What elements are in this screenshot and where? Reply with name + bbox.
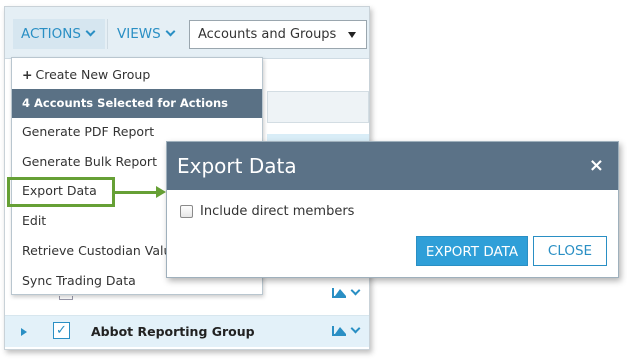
close-button[interactable]: CLOSE [533, 236, 607, 266]
view-type-value: Accounts and Groups [198, 27, 337, 42]
chevron-down-icon[interactable] [350, 285, 361, 296]
create-new-group-item[interactable]: + Create New Group [12, 61, 262, 89]
export-data-button[interactable]: EXPORT DATA [416, 236, 528, 266]
toolbar: ACTIONS VIEWS Accounts and Groups [5, 7, 369, 59]
chart-icon[interactable] [332, 288, 346, 298]
expand-icon[interactable] [21, 328, 27, 336]
chart-icon[interactable] [332, 326, 346, 336]
include-direct-members-label: Include direct members [200, 204, 355, 219]
list-header [267, 91, 369, 123]
callout-arrow [115, 191, 159, 194]
views-label: VIEWS [117, 26, 161, 42]
actions-label: ACTIONS [21, 26, 81, 42]
chevron-down-icon [85, 26, 96, 37]
close-icon[interactable]: × [589, 155, 604, 176]
views-menu-button[interactable]: VIEWS [107, 19, 187, 49]
export-data-highlight [7, 177, 115, 207]
plus-icon: + [22, 67, 33, 82]
view-type-select[interactable]: Accounts and Groups [189, 20, 367, 49]
modal-header: Export Data × [167, 142, 618, 190]
selection-header: 4 Accounts Selected for Actions Below [12, 89, 262, 139]
dropdown-arrow-icon [348, 32, 356, 38]
actions-menu-button[interactable]: ACTIONS [13, 19, 105, 49]
row-checkbox[interactable] [59, 296, 73, 300]
modal-title: Export Data [177, 154, 297, 178]
chevron-down-icon [165, 26, 176, 37]
row-label: Abbot Reporting Group [91, 324, 255, 339]
row-checkbox[interactable]: ✓ [53, 322, 70, 339]
create-group-label: Create New Group [35, 67, 151, 82]
export-data-modal: Export Data × Include direct members EXP… [166, 141, 619, 278]
table-row[interactable]: ✓ Abbot Reporting Group [5, 315, 369, 347]
chevron-down-icon[interactable] [350, 323, 361, 334]
include-direct-members-checkbox[interactable] [180, 205, 193, 218]
arrow-right-icon [156, 186, 166, 198]
